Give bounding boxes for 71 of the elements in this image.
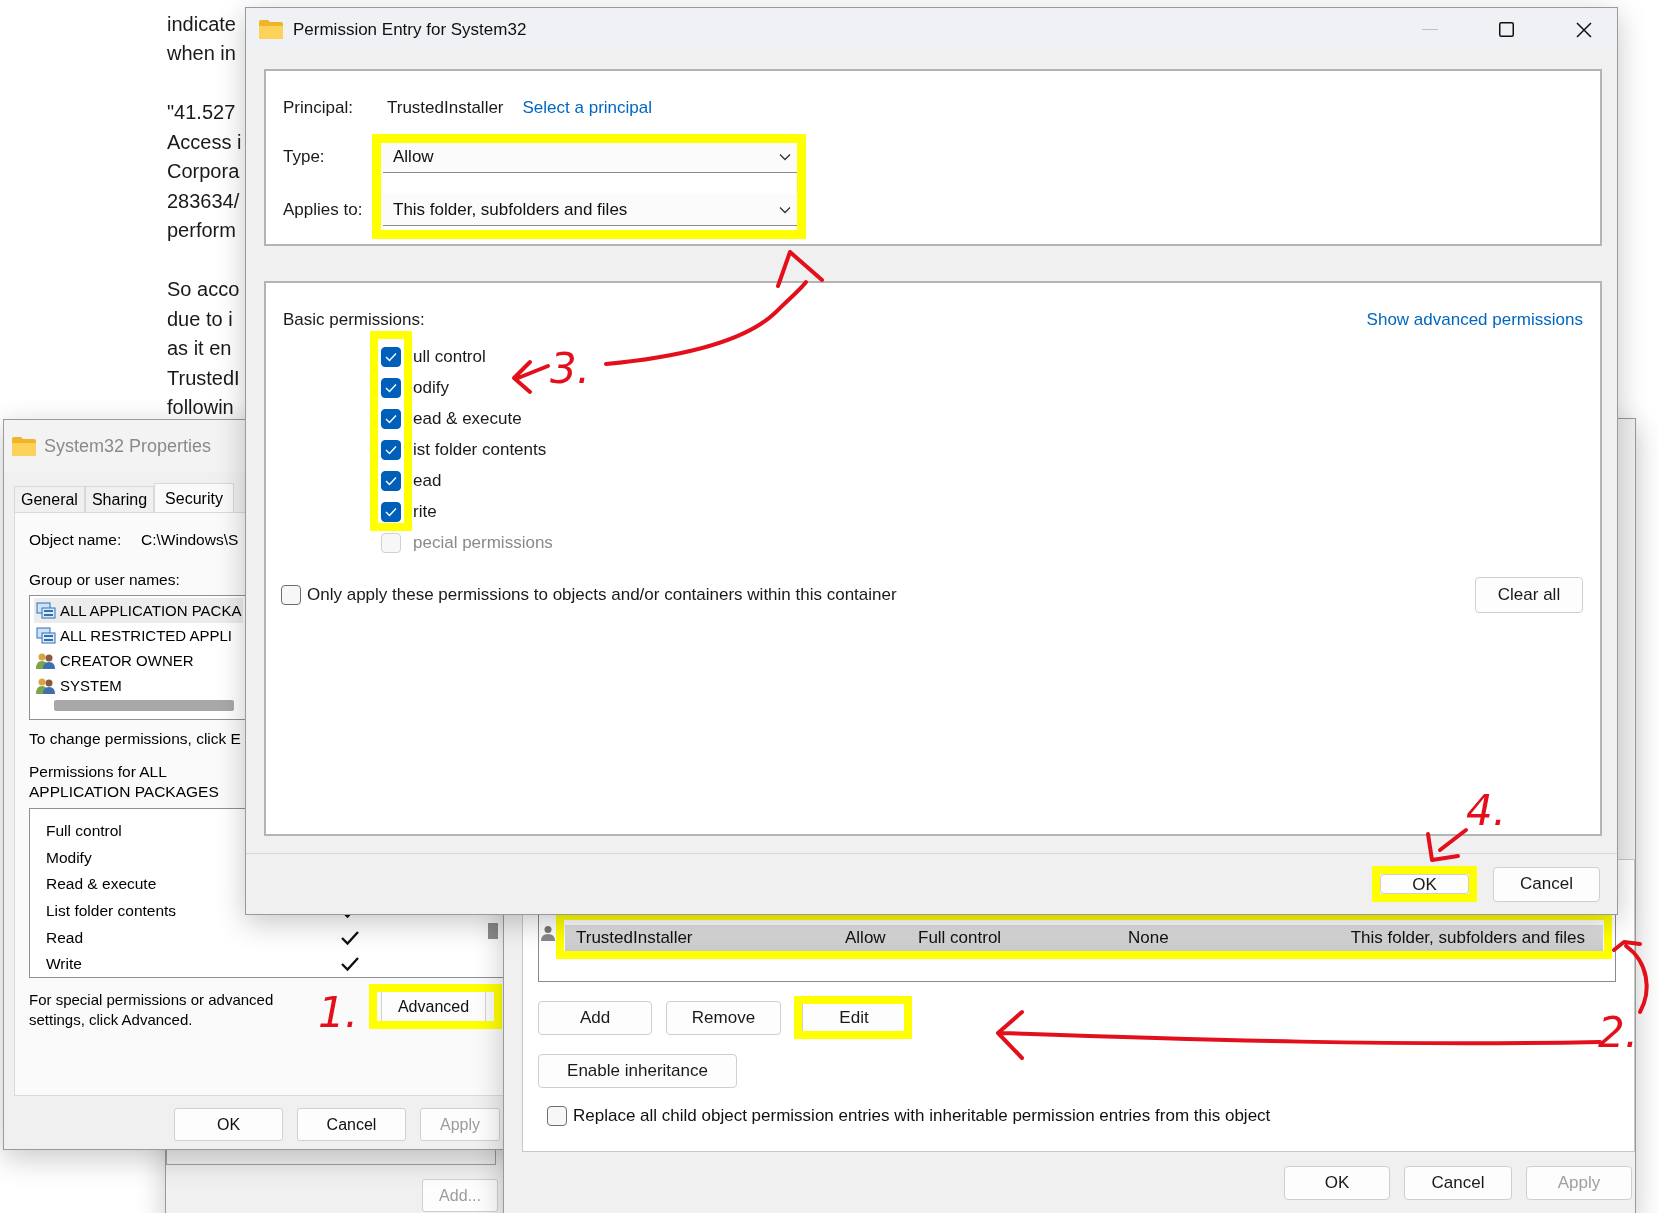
article-text: indicate [167, 11, 236, 37]
applies-to-dropdown[interactable]: This folder, subfolders and files [383, 194, 799, 226]
change-hint: To change permissions, click E [29, 730, 242, 748]
entry-applies-to: This folder, subfolders and files [1350, 928, 1586, 948]
dialog-button[interactable]: OK [1380, 874, 1469, 894]
permission-name: List folder contents [46, 902, 178, 921]
article-text: perform [167, 218, 236, 243]
dialog-button[interactable]: Remove [666, 1001, 781, 1035]
advanced-hint: For special permissions or advanced settings, click Advanced. [29, 990, 275, 1030]
user-item[interactable]: SYSTEM [34, 673, 124, 698]
dialog-button[interactable]: Cancel [297, 1108, 406, 1141]
permissions-label: Permissions for ALL APPLICATION PACKAGES [29, 762, 220, 802]
window-title: System32 Properties [44, 435, 212, 457]
window-title: Permission Entry for System32 [293, 19, 528, 40]
applies-to-label: Applies to: [283, 200, 364, 220]
checkbox-label: Only apply these permissions to objects and/or containers within this container [307, 585, 897, 605]
annotation-number: 1. [318, 990, 359, 1036]
permission-name: Read & execute [46, 875, 158, 894]
permission-label: odify [413, 377, 449, 398]
type-dropdown[interactable]: Allow [383, 141, 799, 173]
permission-label: ead [413, 470, 442, 491]
principal-value: TrustedInstaller [387, 98, 504, 118]
tab[interactable]: General [14, 486, 85, 512]
dialog-button[interactable]: Add [538, 1001, 652, 1035]
entry-inherited: None [1128, 928, 1170, 948]
entry-type: Allow [845, 928, 887, 948]
enable-inheritance-button[interactable]: Enable inheritance [538, 1054, 737, 1088]
article-text: due to i [167, 306, 233, 332]
permission-label: pecial permissions [413, 532, 553, 553]
dialog-button[interactable]: Cancel [1493, 866, 1600, 902]
dialog-button[interactable]: OK [174, 1108, 283, 1141]
article-text: followin [167, 395, 234, 420]
article-text: 283634/ [167, 188, 240, 214]
type-label: Type: [283, 147, 326, 167]
object-name-label: Object name: [29, 531, 123, 549]
basic-permissions-label: Basic permissions: [283, 310, 425, 330]
permission-label: ist folder contents [413, 439, 547, 460]
article-text: TrustedI [167, 365, 240, 391]
article-text: "41.527 [167, 100, 236, 125]
user-item[interactable]: ALL RESTRICTED APPLI [34, 623, 234, 648]
entry-access: Full control [918, 928, 1003, 948]
annotation-number: 3. [550, 346, 591, 392]
annotation-number: 2. [1598, 1010, 1639, 1056]
object-name-value: C:\Windows\S [141, 531, 239, 549]
article-text: Corpora [167, 159, 240, 184]
permission-name: Write [46, 955, 83, 974]
user-item[interactable]: ALL APPLICATION PACKA [34, 598, 244, 623]
select-principal-link[interactable]: Select a principal [522, 98, 652, 118]
tab[interactable]: Security [154, 483, 234, 513]
dialog-button[interactable]: OK [1284, 1166, 1390, 1200]
dialog-button[interactable]: Cancel [1404, 1166, 1512, 1200]
article-text: Access i [167, 129, 242, 155]
clear-all-button[interactable]: Clear all [1475, 577, 1583, 613]
show-advanced-link[interactable]: Show advanced permissions [1366, 310, 1583, 330]
permission-label: ead & execute [413, 408, 522, 429]
article-text: as it en [167, 336, 232, 361]
tab[interactable]: Sharing [84, 486, 155, 512]
article-text: when in [167, 41, 236, 66]
entry-principal: TrustedInstaller [576, 928, 694, 948]
article-text: So acco [167, 277, 240, 302]
permission-name: Full control [46, 822, 123, 841]
principal-label: Principal: [283, 98, 354, 118]
annotation-number: 4. [1466, 788, 1507, 834]
permission-label: ull control [413, 346, 486, 367]
user-item[interactable]: CREATOR OWNER [34, 648, 196, 673]
group-label: Group or user names: [29, 571, 181, 589]
permission-label: rite [413, 501, 437, 522]
permission-name: Modify [46, 848, 93, 867]
permission-name: Read [46, 928, 85, 947]
permission-entry-row[interactable]: TrustedInstaller Allow Full control None This folder, subfolders and files [565, 925, 1603, 951]
checkbox-label: Replace all child object permission entries with inheritable permission entries from this object [573, 1106, 1271, 1126]
